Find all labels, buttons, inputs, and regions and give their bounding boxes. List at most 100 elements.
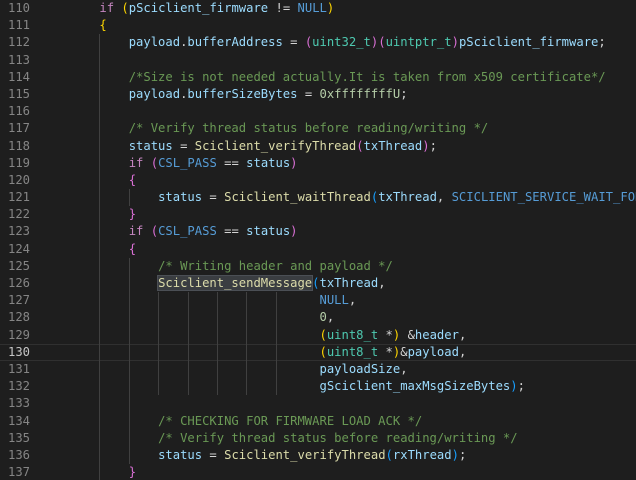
code-line[interactable]: 124 { (0, 240, 636, 258)
code-line[interactable]: 137 } (0, 464, 636, 480)
line-number: 110 (8, 1, 31, 15)
code-token: payload (407, 344, 459, 359)
code-token: ( (385, 447, 393, 462)
code-text (70, 395, 636, 413)
code-line[interactable]: 115 payload.bufferSizeBytes = 0xffffffff… (0, 85, 636, 104)
code-line[interactable]: 131 payloadSize, (0, 360, 636, 379)
indent-guide (99, 68, 101, 86)
code-token: * (378, 344, 393, 359)
code-token: , (436, 190, 452, 205)
code-token: * (378, 327, 393, 342)
code-token: status (246, 155, 291, 170)
code-editor[interactable]: 110 if (pSciclient_firmware != NULL) 111 … (0, 0, 636, 480)
indent-guide (99, 85, 101, 104)
code-line[interactable]: 127 NULL, (0, 292, 636, 310)
code-text: { (70, 171, 636, 190)
code-line[interactable]: 118 status = Sciclient_verifyThread(txTh… (0, 137, 636, 155)
indent-guide (246, 378, 248, 396)
code-text (70, 103, 636, 121)
code-text: status = Sciclient_verifyThread(rxThread… (70, 446, 636, 465)
code-text: status = Sciclient_verifyThread(txThread… (70, 137, 636, 155)
code-token: /* Verify thread status before reading/w… (128, 121, 489, 136)
code-line[interactable]: 111 { (0, 17, 636, 34)
code-line[interactable]: 119 if (CSL_PASS == status) (0, 154, 636, 172)
indent-guide (246, 309, 248, 327)
code-line[interactable]: 125 /* Writing header and payload */ (0, 257, 636, 275)
line-number: 115 (8, 86, 31, 101)
code-line[interactable]: 128 0, (0, 309, 636, 327)
code-line[interactable]: 114 /*Size is not needed actually.It is … (0, 68, 636, 86)
code-line[interactable]: 122 } (0, 206, 636, 224)
indent-guide (128, 412, 130, 430)
indent-guide (128, 257, 130, 275)
line-number: 125 (8, 258, 31, 273)
code-line[interactable]: 110 if (pSciclient_firmware != NULL) (0, 0, 636, 17)
code-text: (uint8_t *) &header, (70, 326, 636, 344)
code-token: , (458, 344, 467, 359)
line-number: 123 (8, 224, 31, 239)
indent-guide (275, 326, 277, 344)
code-token: , (378, 276, 386, 290)
code-line[interactable]: 134 /* CHECKING FOR FIRMWARE LOAD ACK */ (0, 412, 636, 430)
code-token: bufferAddress (187, 35, 283, 50)
code-token: ) (290, 155, 298, 170)
code-line[interactable]: 113 (0, 51, 636, 69)
indent-guide (217, 343, 218, 361)
indent-guide (128, 309, 130, 327)
indent-guide (99, 395, 101, 413)
code-token: if (99, 1, 115, 15)
code-token: if (128, 155, 144, 170)
code-text: gSciclient_maxMsgSizeBytes); (70, 378, 636, 396)
code-token: , (326, 310, 335, 325)
code-text: /* Verify thread status before reading/w… (70, 120, 636, 138)
code-token: { (128, 241, 137, 256)
line-number: 120 (8, 172, 31, 187)
code-token: 0 (319, 310, 327, 325)
indent-guide (275, 309, 277, 327)
indent-guide (128, 189, 130, 207)
code-token: ( (378, 35, 386, 50)
indent-guide (99, 51, 101, 69)
code-token: ) (422, 138, 430, 153)
code-token: = (282, 35, 305, 50)
indent-guide (246, 360, 248, 379)
code-line[interactable]: 123 if (CSL_PASS == status) (0, 223, 636, 241)
indent-guide (99, 343, 101, 361)
indent-guide (275, 378, 277, 396)
line-number: 111 (8, 18, 31, 33)
code-line[interactable]: 116 (0, 103, 636, 121)
indent-guide (99, 309, 101, 327)
code-text: if (pSciclient_firmware != NULL) (70, 0, 636, 17)
code-line[interactable]: 112 payload.bufferAddress = (uint32_t)(u… (0, 34, 636, 52)
code-line[interactable]: 132 gSciclient_maxMsgSizeBytes); (0, 378, 636, 396)
indent-guide (99, 206, 101, 224)
code-text: } (70, 206, 636, 224)
line-number: 122 (8, 207, 31, 222)
code-token: ) (510, 379, 518, 394)
code-line[interactable]: 129 (uint8_t *) &header, (0, 326, 636, 344)
indent-guide (99, 292, 101, 310)
line-number: 129 (8, 327, 31, 342)
code-line[interactable]: 117 /* Verify thread status before readi… (0, 120, 636, 138)
indent-guide (128, 395, 130, 413)
indent-guide (128, 326, 130, 344)
code-line[interactable]: 135 /* Verify thread status before readi… (0, 429, 636, 447)
code-line[interactable]: 130 (uint8_t *)&payload, (0, 343, 636, 361)
code-line[interactable]: 136 status = Sciclient_verifyThread(rxTh… (0, 446, 636, 465)
line-number: 131 (8, 361, 31, 376)
code-text: { (70, 240, 636, 258)
code-token: & (400, 344, 408, 359)
code-line[interactable]: 133 (0, 395, 636, 413)
indent-guide (187, 292, 189, 310)
code-token: ) (451, 35, 459, 50)
code-line[interactable]: 120 { (0, 171, 636, 190)
indent-guide (128, 378, 130, 396)
code-token: Sciclient_verifyThread (194, 138, 357, 153)
line-number: 114 (8, 69, 31, 84)
code-text: payloadSize, (70, 360, 636, 379)
code-line[interactable]: 126 Sciclient_sendMessage(txThread, (0, 275, 636, 293)
code-line[interactable]: 121 status = Sciclient_waitThread(txThre… (0, 189, 636, 207)
